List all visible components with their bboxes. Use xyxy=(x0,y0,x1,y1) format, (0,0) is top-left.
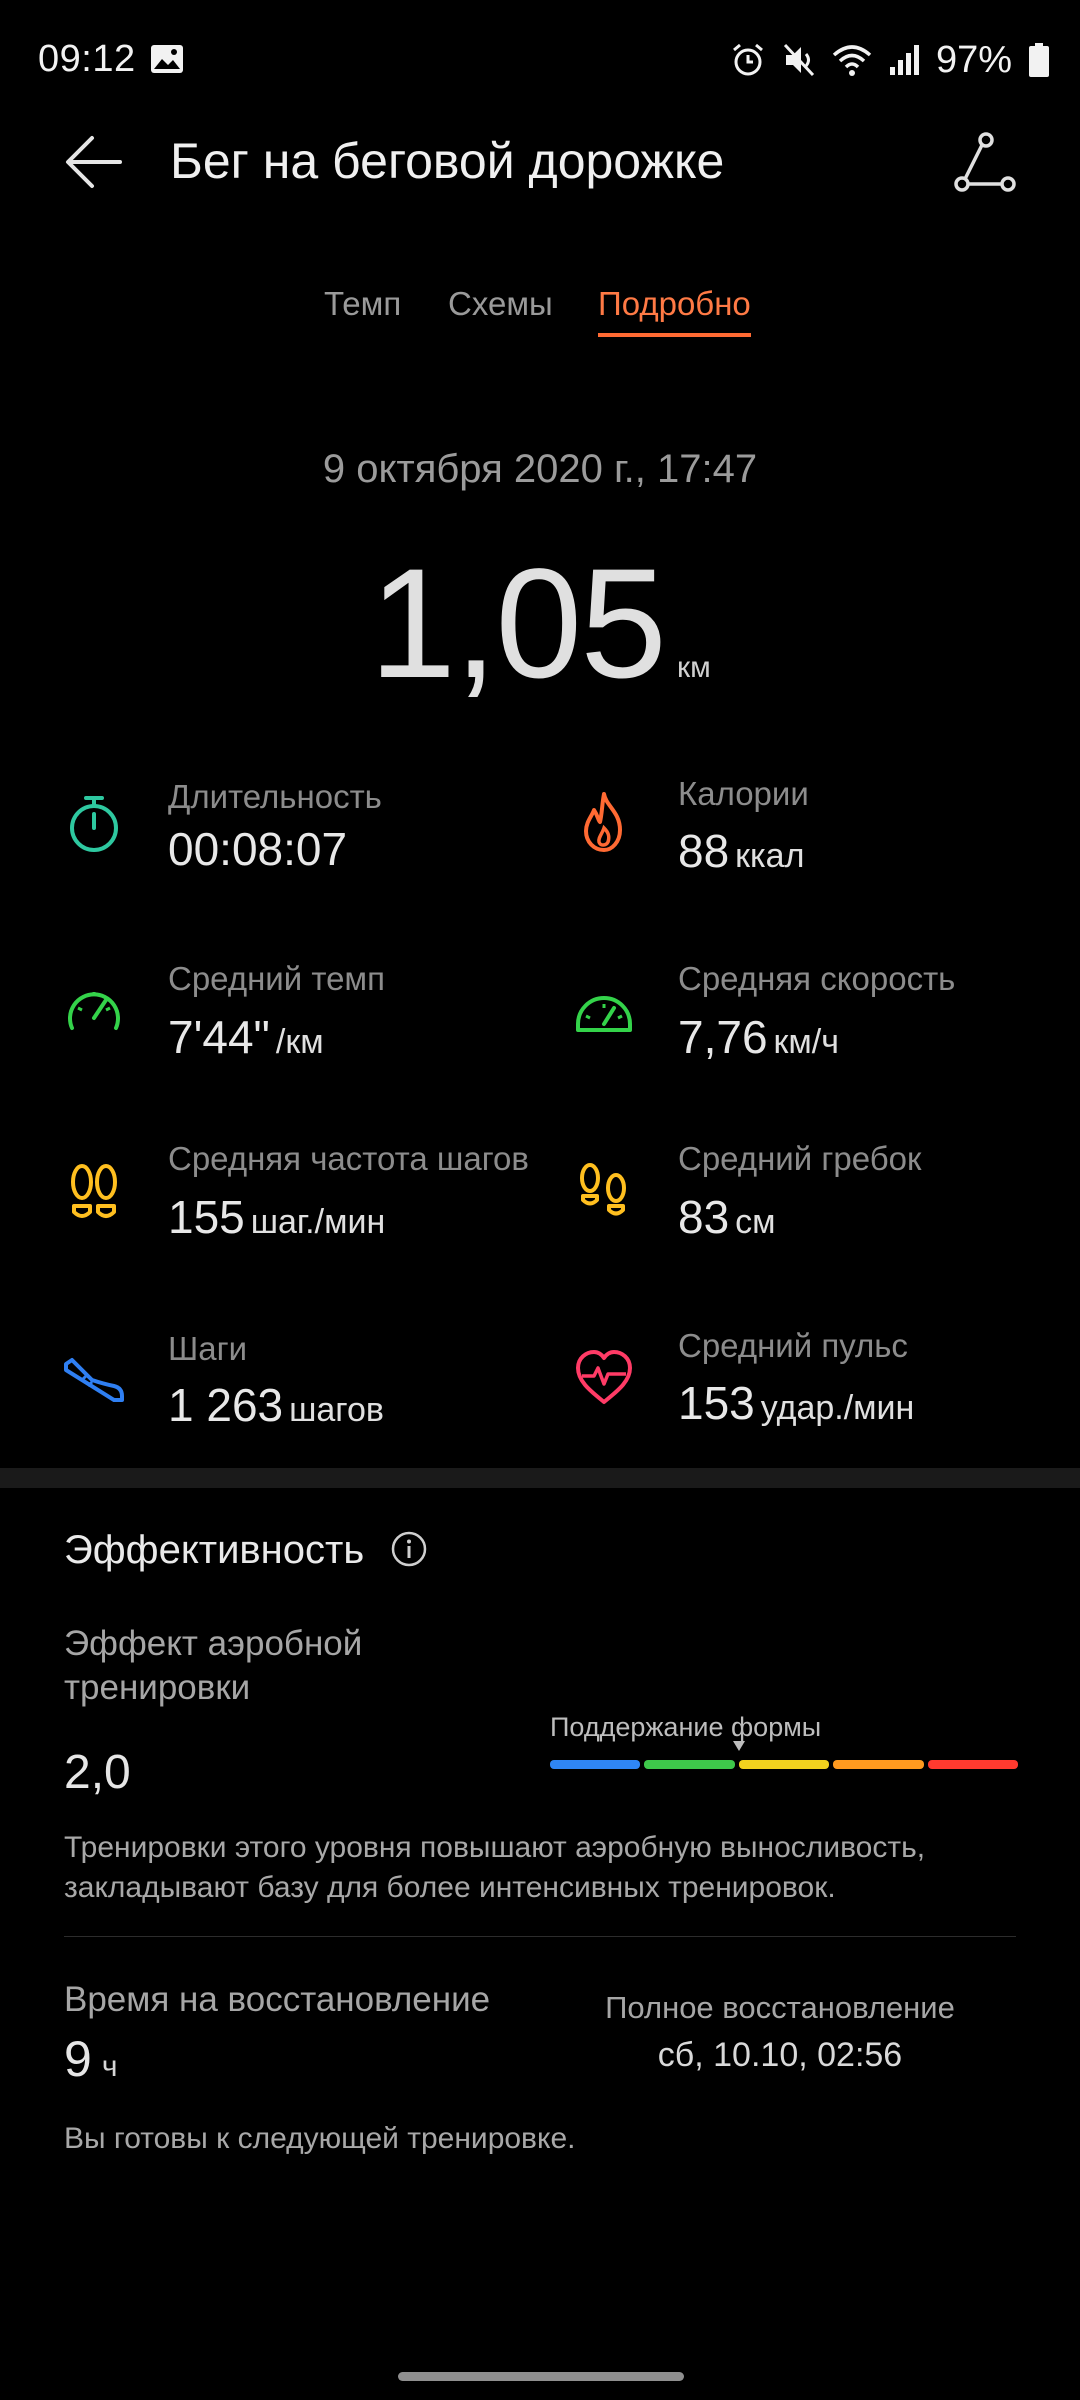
zone-segment-2 xyxy=(644,1760,735,1769)
zone-segment-1 xyxy=(550,1760,641,1769)
signal-icon xyxy=(889,45,919,75)
workout-date: 9 октября 2020 г., 17:47 xyxy=(322,447,758,491)
page-title: Бег на беговой дорожке xyxy=(170,133,725,189)
avg-heart-rate-value: 153 xyxy=(678,1377,755,1429)
metric-label-avg-heart-rate: Средний пульс xyxy=(678,1327,908,1364)
metric-value-calories: 88 ккал xyxy=(678,824,804,878)
training-zone-bar xyxy=(550,1760,1019,1769)
recovery-time-display: 9ч xyxy=(64,2030,117,2088)
metric-value-avg-stride: 83 см xyxy=(678,1190,776,1244)
route-share-icon[interactable] xyxy=(950,128,1020,198)
battery-level: 97% xyxy=(935,38,1012,81)
calories-unit: ккал xyxy=(735,837,805,875)
heart-pulse-icon xyxy=(576,1350,632,1404)
alarm-icon xyxy=(732,43,763,76)
footprints-icon xyxy=(71,1164,117,1218)
full-recovery-value: сб, 10.10, 02:56 xyxy=(657,2036,903,2074)
stride-footprints-icon xyxy=(580,1163,626,1216)
gallery-icon xyxy=(151,45,183,73)
zone-segment-4 xyxy=(833,1760,924,1769)
avg-pace-unit: /км xyxy=(275,1023,324,1061)
home-indicator[interactable] xyxy=(398,2372,684,2381)
aerobic-effect-description: Тренировки этого уровня повышают аэробну… xyxy=(64,1831,926,1904)
metric-label-calories: Калории xyxy=(678,775,809,812)
distance-display: 1,05 км xyxy=(0,535,1080,714)
distance-value: 1,05 xyxy=(369,537,667,711)
ready-message: Вы готовы к следующей тренировке. xyxy=(64,2122,576,2155)
metric-value-duration: 00:08:07 xyxy=(168,822,347,876)
recovery-time-value: 9 xyxy=(64,2031,92,2087)
wifi-icon xyxy=(832,45,872,76)
status-icons: 97% xyxy=(730,36,1050,84)
metric-label-avg-cadence: Средняя частота шагов xyxy=(168,1140,529,1177)
metric-value-avg-cadence: 155 шаг./мин xyxy=(168,1190,385,1244)
efficiency-title: Эффективность xyxy=(64,1528,365,1572)
zone-segment-3 xyxy=(738,1760,830,1769)
aerobic-effect-value: 2,0 xyxy=(64,1746,131,1799)
tab-bar: Темп Схемы Подробно xyxy=(0,285,1080,355)
tab-charts[interactable]: Схемы xyxy=(448,285,553,333)
calories-value: 88 xyxy=(678,825,730,877)
back-arrow-icon[interactable] xyxy=(62,130,126,194)
avg-speed-value: 7,76 xyxy=(678,1011,768,1063)
avg-cadence-unit: шаг./мин xyxy=(250,1203,386,1241)
battery-icon xyxy=(1029,43,1049,77)
metric-label-avg-pace: Средний темп xyxy=(168,960,385,997)
mute-icon xyxy=(783,43,815,77)
steps-unit: шагов xyxy=(289,1391,384,1429)
metric-label-steps: Шаги xyxy=(168,1330,248,1367)
avg-cadence-value: 155 xyxy=(168,1191,245,1243)
avg-heart-rate-unit: удар./мин xyxy=(760,1389,915,1427)
tab-details[interactable]: Подробно xyxy=(598,285,751,337)
steps-value: 1 263 xyxy=(168,1379,284,1431)
metric-value-steps: 1 263 шагов xyxy=(168,1378,384,1432)
pace-gauge-icon xyxy=(68,992,120,1030)
info-icon[interactable] xyxy=(390,1530,428,1568)
recovery-time-label: Время на восстановление xyxy=(64,1980,491,2019)
status-time: 09:12 xyxy=(38,38,136,80)
distance-unit: км xyxy=(676,651,711,684)
section-divider xyxy=(0,1468,1080,1488)
metric-label-duration: Длительность xyxy=(168,778,382,815)
metric-value-avg-pace: 7'44"/км xyxy=(168,1010,324,1064)
aerobic-effect-label: Эффект аэробной тренировки xyxy=(64,1624,363,1707)
stopwatch-icon xyxy=(70,796,118,852)
speedometer-icon xyxy=(576,996,632,1032)
zone-marker-icon xyxy=(733,1741,745,1751)
status-bar: 09:12 97% xyxy=(0,0,1080,120)
zone-segment-5 xyxy=(927,1760,1019,1769)
avg-stride-unit: см xyxy=(735,1203,776,1241)
metric-label-avg-stride: Средний гребок xyxy=(678,1140,922,1177)
avg-stride-value: 83 xyxy=(678,1191,730,1243)
shoe-icon xyxy=(64,1358,124,1402)
metric-label-avg-speed: Средняя скорость xyxy=(678,960,956,997)
avg-pace-value: 7'44" xyxy=(168,1011,270,1063)
duration-value: 00:08:07 xyxy=(168,823,348,875)
training-zone-label: Поддержание формы xyxy=(550,1712,822,1742)
metric-value-avg-heart-rate: 153 удар./мин xyxy=(678,1376,914,1430)
recovery-time-unit: ч xyxy=(101,2050,118,2083)
metric-value-avg-speed: 7,76 км/ч xyxy=(678,1010,839,1064)
efficiency-divider xyxy=(64,1936,1016,1937)
full-recovery-label: Полное восстановление xyxy=(605,1990,955,2025)
tab-pace[interactable]: Темп xyxy=(324,285,401,333)
flame-icon xyxy=(584,792,622,852)
avg-speed-unit: км/ч xyxy=(773,1023,839,1061)
